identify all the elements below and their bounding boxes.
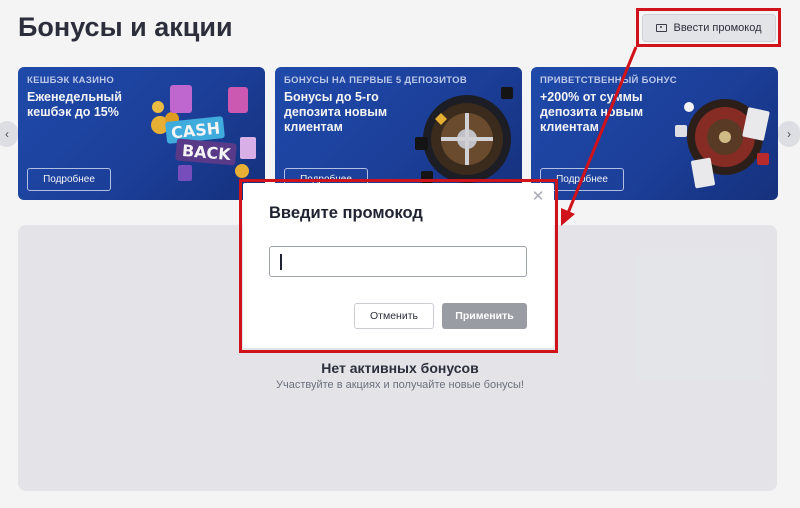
highlight-modal bbox=[239, 179, 558, 353]
highlight-promo-button bbox=[636, 8, 781, 47]
